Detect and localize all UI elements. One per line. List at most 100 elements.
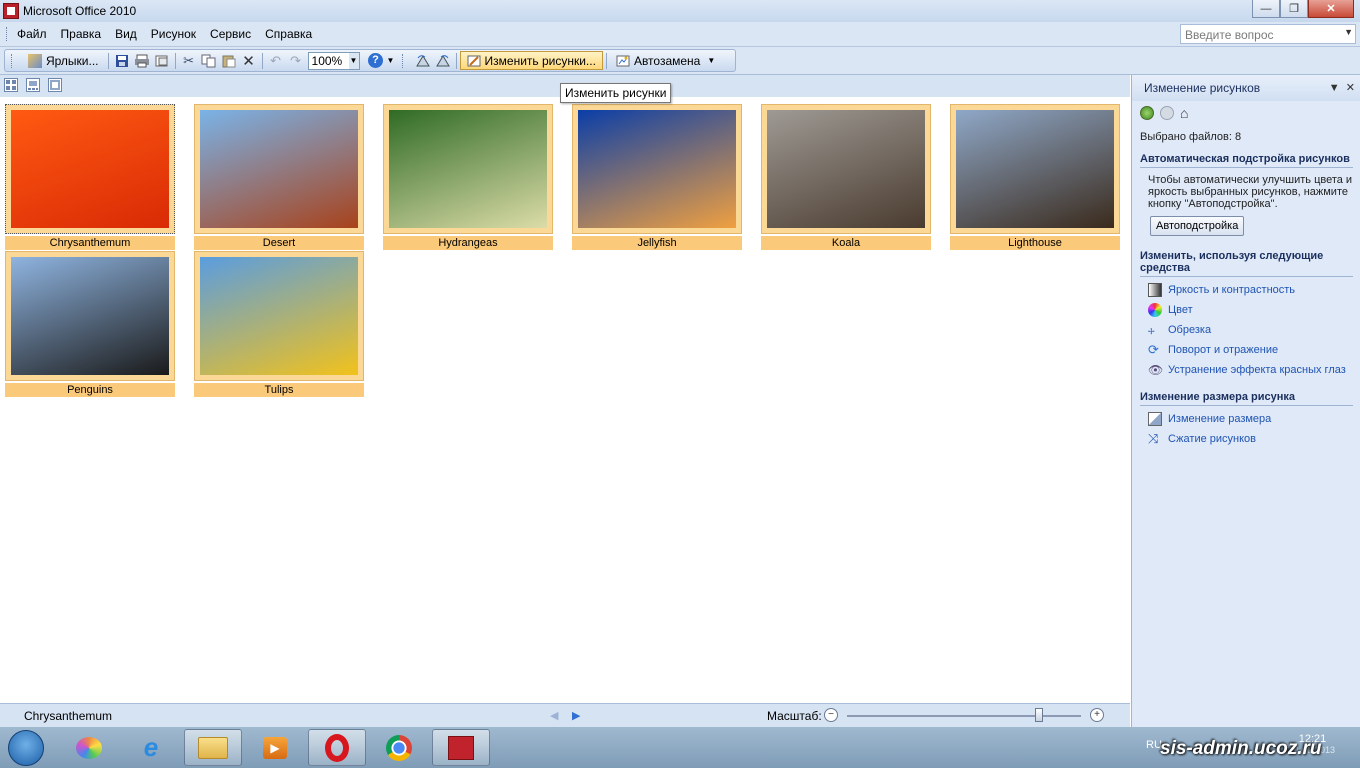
brightness-contrast-label: Яркость и контрастность — [1168, 284, 1296, 296]
picture-thumbnail[interactable]: Penguins — [5, 251, 175, 397]
previous-picture-icon[interactable]: ◀ — [550, 709, 558, 722]
print-icon — [134, 54, 149, 67]
menu-picture[interactable]: Рисунок — [151, 27, 196, 41]
shortcuts-button[interactable]: Ярлыки... — [22, 51, 105, 70]
picture-thumbnail[interactable]: Chrysanthemum — [5, 104, 175, 250]
menu-file[interactable]: Файл — [17, 27, 47, 41]
forward-icon[interactable] — [1160, 106, 1174, 120]
toolbar-options-button[interactable]: ▼ — [706, 51, 716, 70]
help-button[interactable]: ? — [366, 51, 386, 70]
single-picture-view-button[interactable] — [48, 78, 62, 92]
filmstrip-view-button[interactable] — [26, 78, 40, 92]
help-question-input[interactable]: Введите вопрос ▼ — [1180, 24, 1356, 44]
thumbnail-frame — [5, 251, 175, 381]
color-link[interactable]: Цвет — [1148, 303, 1360, 317]
toolbar-grip[interactable] — [401, 53, 407, 68]
auto-correct-button[interactable]: Автоподстройка — [1150, 216, 1245, 236]
next-picture-icon[interactable]: ▶ — [572, 709, 580, 722]
rotate-left-button[interactable] — [413, 51, 433, 70]
thumbnail-image[interactable] — [956, 110, 1114, 228]
opera-icon — [325, 733, 349, 762]
copy-button[interactable] — [199, 51, 219, 70]
rotate-right-icon — [435, 54, 450, 66]
zoom-slider-track[interactable] — [847, 715, 1081, 717]
menu-edit[interactable]: Правка — [61, 27, 102, 41]
brightness-contrast-link[interactable]: Яркость и контрастность — [1148, 283, 1360, 297]
zoom-select[interactable]: 100% ▼ — [307, 51, 360, 70]
thumbnail-image[interactable] — [578, 110, 736, 228]
edit-pictures-button[interactable]: Изменить рисунки... — [459, 51, 603, 70]
edit-pictures-label: Изменить рисунки... — [484, 53, 596, 68]
picture-thumbnail[interactable]: Jellyfish — [572, 104, 742, 250]
thumbnail-image[interactable] — [767, 110, 925, 228]
close-icon[interactable]: ✕ — [1346, 82, 1355, 94]
thumbnail-image[interactable] — [389, 110, 547, 228]
zoom-slider-handle[interactable] — [1034, 708, 1043, 722]
picture-thumbnail[interactable]: Hydrangeas — [383, 104, 553, 250]
minimize-button[interactable]: — — [1252, 0, 1280, 18]
picture-manager-taskbar-button[interactable] — [432, 729, 490, 766]
thumbnail-caption: Jellyfish — [572, 236, 742, 250]
menu-help[interactable]: Справка — [265, 27, 312, 41]
zoom-in-icon[interactable]: + — [1090, 708, 1104, 722]
menu-tools[interactable]: Сервис — [210, 27, 251, 41]
thumbnail-frame — [950, 104, 1120, 234]
office-picture-manager-icon — [3, 3, 19, 19]
thumbnail-image[interactable] — [200, 110, 358, 228]
separator — [174, 52, 176, 69]
rotate-flip-link[interactable]: ⟳ Поворот и отражение — [1148, 343, 1360, 357]
thumbnail-image[interactable] — [11, 257, 169, 375]
start-button[interactable] — [8, 730, 44, 766]
undo-button[interactable]: ↶ — [266, 51, 286, 70]
chevron-down-icon[interactable]: ▼ — [348, 52, 359, 69]
picture-thumbnail[interactable]: Lighthouse — [950, 104, 1120, 250]
paste-icon — [222, 55, 236, 67]
thumbnail-image[interactable] — [11, 110, 169, 228]
home-icon[interactable]: ⌂ — [1180, 105, 1188, 121]
paint-taskbar-button[interactable] — [60, 729, 118, 766]
picture-thumbnail[interactable]: Tulips — [194, 251, 364, 397]
toolbar-grip[interactable] — [11, 53, 16, 68]
task-pane-controls: ▼ ✕ — [1329, 81, 1355, 94]
thumbnail-caption: Penguins — [5, 383, 175, 397]
undo-icon: ↶ — [270, 52, 281, 68]
toolbar-options-button[interactable]: ▼ — [386, 51, 396, 70]
media-player-taskbar-button[interactable]: ▶ — [246, 729, 304, 766]
chevron-down-icon[interactable]: ▼ — [1329, 82, 1340, 94]
redo-button[interactable]: ↷ — [286, 51, 306, 70]
back-icon[interactable] — [1140, 106, 1154, 120]
cut-button[interactable]: ✂ — [179, 51, 199, 70]
autocorrect-button[interactable]: Автозамена — [610, 51, 706, 70]
explorer-taskbar-button[interactable] — [184, 729, 242, 766]
email-icon — [155, 55, 168, 66]
resize-link[interactable]: Изменение размера — [1148, 412, 1360, 426]
thumbnails-view-button[interactable] — [4, 78, 18, 92]
crop-link[interactable]: ⧾ Обрезка — [1148, 323, 1360, 337]
save-button[interactable] — [112, 51, 132, 70]
print-button[interactable] — [132, 51, 152, 70]
task-pane-nav: ⌂ — [1132, 101, 1360, 125]
rotate-right-button[interactable] — [433, 51, 453, 70]
red-eye-link[interactable]: 👁 Устранение эффекта красных глаз — [1148, 363, 1360, 377]
separator — [107, 52, 109, 69]
picture-thumbnail[interactable]: Desert — [194, 104, 364, 250]
zoom-out-icon[interactable]: − — [824, 708, 838, 722]
maximize-button[interactable]: ❐ — [1280, 0, 1308, 18]
delete-button[interactable]: ✕ — [239, 51, 259, 70]
internet-explorer-taskbar-button[interactable]: e — [122, 729, 180, 766]
opera-taskbar-button[interactable] — [308, 729, 366, 766]
menu-grip[interactable] — [6, 27, 11, 41]
redo-icon: ↷ — [290, 52, 301, 68]
menu-view[interactable]: Вид — [115, 27, 137, 41]
paste-button[interactable] — [219, 51, 239, 70]
close-button[interactable]: ✕ — [1308, 0, 1354, 18]
picture-manager-icon — [448, 735, 474, 760]
compress-link[interactable]: ⤨ Сжатие рисунков — [1148, 432, 1360, 446]
picture-thumbnail[interactable]: Koala — [761, 104, 931, 250]
thumbnail-image[interactable] — [200, 257, 358, 375]
chevron-down-icon[interactable]: ▼ — [1344, 27, 1353, 37]
auto-correct-heading: Автоматическая подстройка рисунков — [1140, 153, 1353, 168]
email-button[interactable] — [152, 51, 172, 70]
chrome-taskbar-button[interactable] — [370, 729, 428, 766]
separator — [261, 52, 263, 69]
